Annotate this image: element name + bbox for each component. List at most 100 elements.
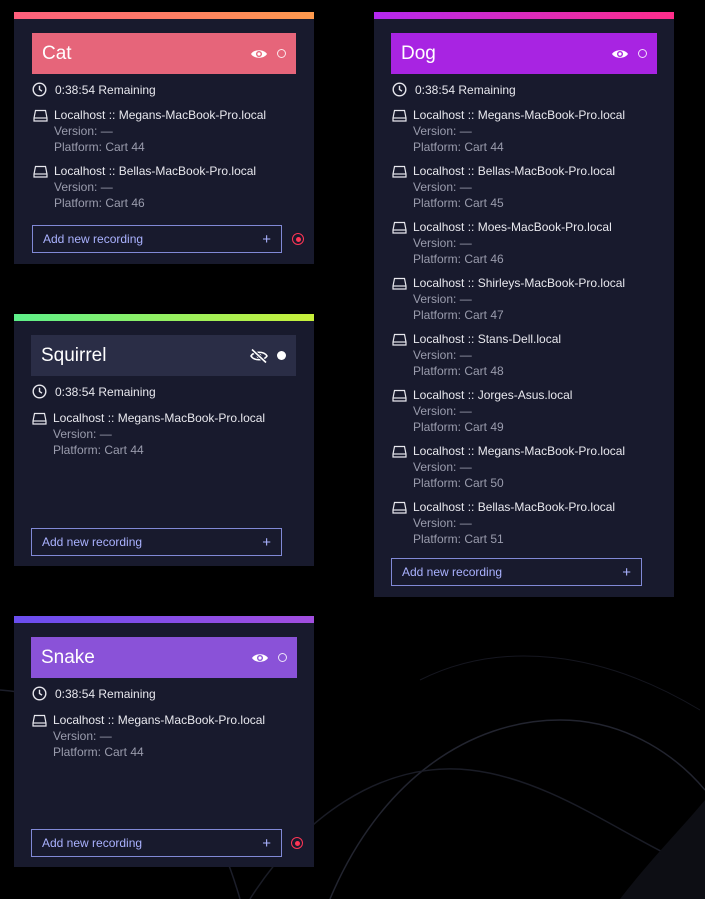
device-platform: Platform: Cart 48 — [413, 364, 504, 378]
device-platform: Platform: Cart 46 — [54, 196, 145, 210]
device-version: Version: — — [53, 729, 112, 743]
record-button[interactable] — [291, 837, 303, 849]
device-host: Localhost :: Jorges-Asus.local — [413, 388, 573, 402]
remaining-label: 0:38:54 Remaining — [55, 82, 156, 97]
device-version: Version: — — [54, 180, 113, 194]
add-recording-button[interactable]: Add new recording + — [31, 528, 282, 556]
status-dot[interactable] — [278, 653, 287, 662]
status-dot[interactable] — [277, 351, 286, 360]
clock-icon — [32, 686, 47, 701]
device-platform: Platform: Cart 51 — [413, 532, 504, 546]
device-version: Version: — — [54, 124, 113, 138]
card-header: Snake — [31, 637, 297, 678]
device-item: Localhost :: Megans-MacBook-Pro.local Ver… — [392, 443, 625, 491]
plus-icon: + — [262, 230, 271, 248]
device-host: Localhost :: Bellas-MacBook-Pro.local — [413, 164, 616, 178]
device-version: Version: — — [413, 292, 472, 306]
time-remaining: 0:38:54 Remaining — [32, 384, 156, 399]
add-recording-label: Add new recording — [402, 565, 503, 579]
clock-icon — [32, 384, 47, 399]
status-dot[interactable] — [638, 49, 647, 58]
eye-off-icon[interactable] — [249, 346, 269, 366]
card-header: Squirrel — [31, 335, 296, 376]
card-title: Cat — [42, 42, 72, 64]
drive-icon — [392, 389, 407, 402]
device-item: Localhost :: Stans-Dell.localVersion: —P… — [392, 331, 561, 379]
card-title: Squirrel — [41, 344, 107, 366]
device-item: Localhost :: Bellas-MacBook-Pro.localVer… — [392, 499, 615, 547]
device-platform: Platform: Cart 45 — [413, 196, 504, 210]
plus-icon: + — [262, 533, 271, 551]
device-version: Version: — — [413, 124, 472, 138]
device-item: Localhost :: Bellas-MacBook-Pro.local Ve… — [33, 163, 256, 211]
device-version: Version: — — [413, 404, 472, 418]
remaining-label: 0:38:54 Remaining — [55, 686, 156, 701]
device-host: Localhost :: Shirleys-MacBook-Pro.local — [413, 276, 626, 290]
plus-icon: + — [622, 563, 631, 581]
card-header: Cat — [32, 33, 296, 74]
device-host: Localhost :: Megans-MacBook-Pro.local — [54, 108, 267, 122]
plus-icon: + — [262, 834, 271, 852]
device-host: Localhost :: Stans-Dell.local — [413, 332, 562, 346]
device-host: Localhost :: Bellas-MacBook-Pro.local — [54, 164, 257, 178]
device-platform: Platform: Cart 44 — [413, 140, 504, 154]
clock-icon — [392, 82, 407, 97]
device-host: Localhost :: Megans-MacBook-Pro.local — [53, 713, 266, 727]
time-remaining: 0:38:54 Remaining — [32, 82, 156, 97]
drive-icon — [392, 165, 407, 178]
add-recording-label: Add new recording — [43, 232, 144, 246]
drive-icon — [392, 501, 407, 514]
add-recording-button[interactable]: Add new recording + — [31, 829, 282, 857]
remaining-label: 0:38:54 Remaining — [55, 384, 156, 399]
device-platform: Platform: Cart 44 — [54, 140, 145, 154]
device-host: Localhost :: Megans-MacBook-Pro.local — [413, 444, 626, 458]
eye-icon[interactable] — [610, 44, 630, 64]
eye-icon[interactable] — [249, 44, 269, 64]
device-version: Version: — — [53, 427, 112, 441]
add-recording-button[interactable]: Add new recording + — [391, 558, 642, 586]
status-dot[interactable] — [277, 49, 286, 58]
add-recording-button[interactable]: Add new recording + — [32, 225, 282, 253]
record-icon — [294, 840, 300, 846]
add-recording-label: Add new recording — [42, 836, 143, 850]
card-header: Dog — [391, 33, 657, 74]
time-remaining: 0:38:54 Remaining — [392, 82, 516, 97]
card-title: Snake — [41, 646, 95, 668]
drive-icon — [32, 714, 47, 727]
device-version: Version: — — [413, 348, 472, 362]
card-accent-bar — [374, 12, 674, 19]
device-platform: Platform: Cart 49 — [413, 420, 504, 434]
drive-icon — [33, 109, 48, 122]
card-cat: Cat 0:38:54 Remaining Localhost :: Megan… — [14, 12, 314, 264]
device-item: Localhost :: Moes-MacBook-Pro.local Versi… — [392, 219, 612, 267]
device-item: Localhost :: Megans-MacBook-Pro.local Ve… — [32, 712, 265, 760]
device-item: Localhost :: Megans-MacBook-Pro.local Ve… — [33, 107, 266, 155]
record-icon — [295, 236, 301, 242]
drive-icon — [32, 412, 47, 425]
device-host: Localhost :: Bellas-MacBook-Pro.local — [413, 500, 616, 514]
card-squirrel: Squirrel 0:38:54 Remaining Localhost :: … — [14, 314, 314, 566]
card-accent-bar — [14, 314, 314, 321]
device-version: Version: — — [413, 516, 472, 530]
drive-icon — [392, 221, 407, 234]
drive-icon — [392, 333, 407, 346]
device-version: Version: — — [413, 180, 472, 194]
device-item: Localhost :: Megans-MacBook-Pro.local Ve… — [32, 410, 265, 458]
card-accent-bar — [14, 616, 314, 623]
device-host: Localhost :: Megans-MacBook-Pro.local — [53, 411, 266, 425]
card-snake: Snake 0:38:54 Remaining Localhost :: Meg… — [14, 616, 314, 867]
time-remaining: 0:38:54 Remaining — [32, 686, 156, 701]
drive-icon — [392, 277, 407, 290]
device-item: Localhost :: Megans-MacBook-Pro.local Ver… — [392, 107, 625, 155]
device-item: Localhost :: Jorges-Asus.localVersion: —… — [392, 387, 572, 435]
device-host: Localhost :: Moes-MacBook-Pro.local — [413, 220, 612, 234]
device-platform: Platform: Cart 44 — [53, 443, 144, 457]
device-platform: Platform: Cart 50 — [413, 476, 504, 490]
card-accent-bar — [14, 12, 314, 19]
record-button[interactable] — [292, 233, 304, 245]
add-recording-label: Add new recording — [42, 535, 143, 549]
card-title: Dog — [401, 42, 436, 64]
eye-icon[interactable] — [250, 648, 270, 668]
device-platform: Platform: Cart 46 — [413, 252, 504, 266]
drive-icon — [392, 445, 407, 458]
